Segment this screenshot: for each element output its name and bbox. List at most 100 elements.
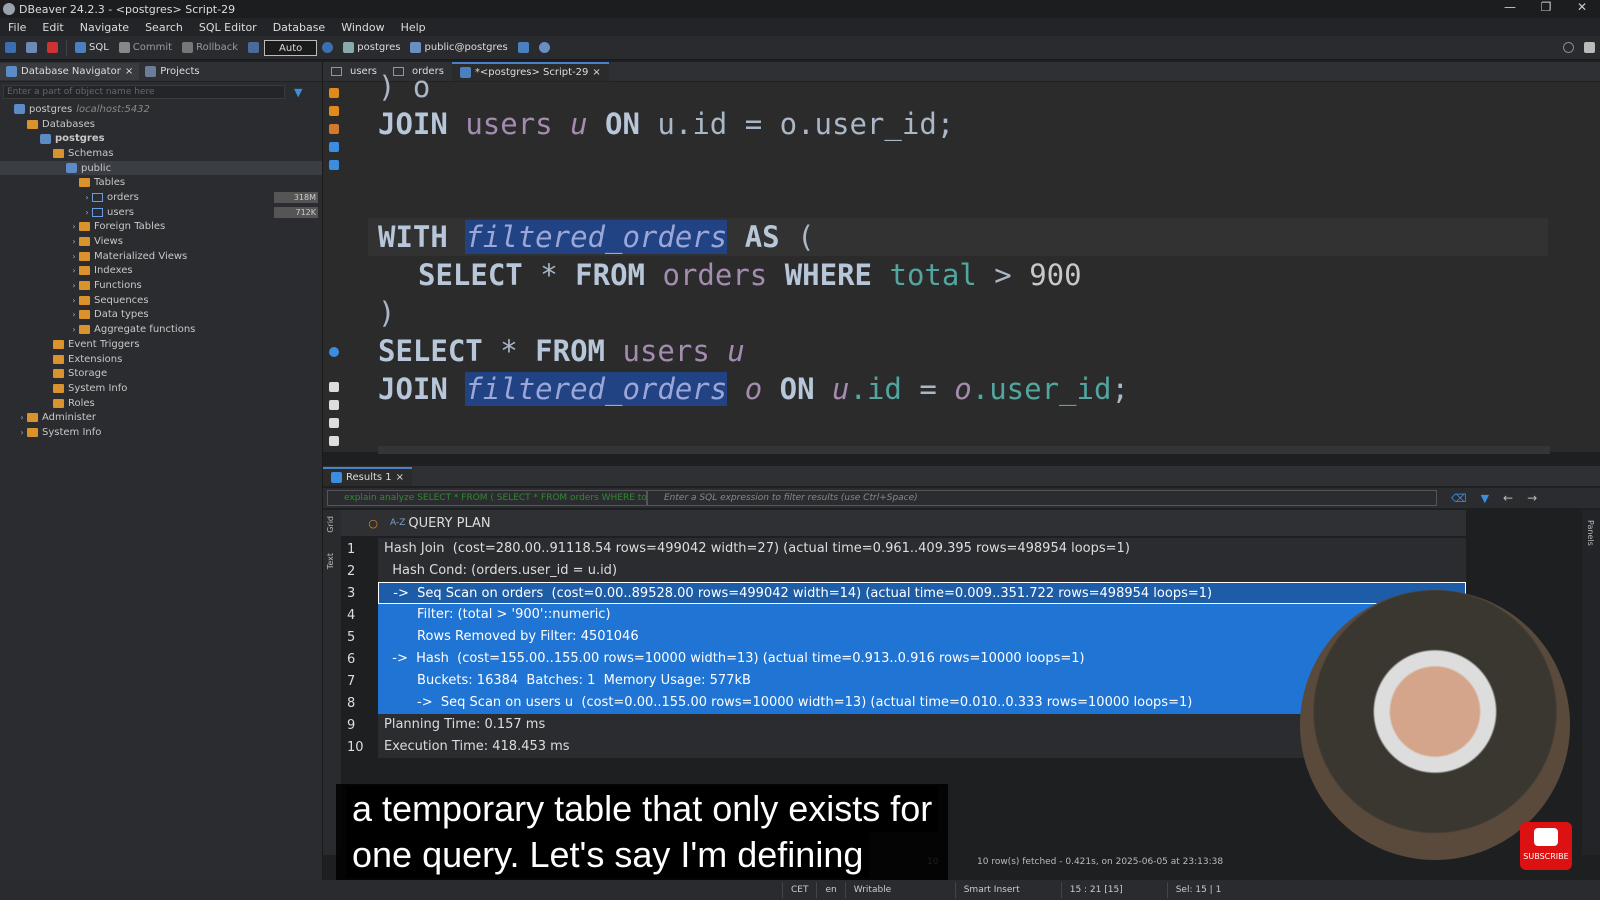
menu-sql-editor[interactable]: SQL Editor bbox=[191, 21, 265, 34]
transaction-mode-icon[interactable] bbox=[243, 38, 264, 58]
subscribe-button[interactable]: SUBSCRIBE bbox=[1520, 822, 1572, 870]
navigator-filter-input[interactable]: Enter a part of object name here bbox=[3, 85, 285, 99]
tree-node[interactable]: Roles bbox=[0, 396, 322, 411]
grid-mode-label[interactable]: Grid bbox=[326, 516, 335, 533]
expand-arrow-icon[interactable]: › bbox=[82, 208, 92, 217]
rollback-button[interactable]: Rollback bbox=[177, 38, 243, 58]
expand-arrow-icon[interactable]: › bbox=[69, 281, 79, 290]
execute-script-icon[interactable] bbox=[329, 106, 339, 116]
outline-icon[interactable] bbox=[329, 436, 339, 446]
search-toolbar-button[interactable] bbox=[534, 38, 555, 58]
funnel-icon[interactable]: ▼ bbox=[1481, 492, 1489, 505]
expand-arrow-icon[interactable]: › bbox=[69, 252, 79, 261]
close-icon[interactable]: × bbox=[592, 67, 600, 78]
table-row[interactable]: 7 Buckets: 16384 Batches: 1 Memory Usage… bbox=[341, 670, 1466, 692]
text-mode-label[interactable]: Text bbox=[326, 553, 335, 569]
tree-node[interactable]: Extensions bbox=[0, 352, 322, 367]
tree-node[interactable]: › Data types bbox=[0, 308, 322, 323]
tree-node[interactable]: Tables bbox=[0, 175, 322, 190]
menu-navigate[interactable]: Navigate bbox=[72, 21, 137, 34]
sql-editor-button[interactable]: SQL bbox=[70, 38, 114, 58]
query-plan-cell[interactable]: Hash Join (cost=280.00..91118.54 rows=49… bbox=[378, 538, 1466, 560]
tab-database-navigator[interactable]: Database Navigator × bbox=[0, 63, 140, 80]
row-number[interactable]: 8 bbox=[341, 696, 378, 711]
results-filter-input[interactable]: Enter a SQL expression to filter results… bbox=[647, 490, 1437, 506]
tree-node[interactable]: Storage bbox=[0, 366, 322, 381]
explain-plan-icon[interactable] bbox=[329, 142, 339, 152]
tree-node[interactable]: › Indexes bbox=[0, 264, 322, 279]
row-number[interactable]: 9 bbox=[341, 718, 378, 733]
expand-arrow-icon[interactable]: › bbox=[17, 428, 27, 437]
tab-users[interactable]: users bbox=[323, 63, 385, 80]
tools-button[interactable] bbox=[513, 38, 534, 58]
panels-toggle[interactable]: Panels bbox=[1586, 520, 1595, 546]
global-search-icon[interactable] bbox=[1558, 38, 1579, 58]
tree-node[interactable]: postgres bbox=[0, 131, 322, 146]
table-row[interactable]: 5 Rows Removed by Filter: 4501046 bbox=[341, 626, 1466, 648]
datasource-selector[interactable]: postgres bbox=[338, 38, 405, 58]
editor-horizontal-scrollbar[interactable] bbox=[378, 446, 1550, 454]
minimize-button[interactable]: — bbox=[1492, 0, 1528, 14]
row-number[interactable]: 5 bbox=[341, 630, 378, 645]
tree-node[interactable]: › Administer bbox=[0, 410, 322, 425]
maximize-button[interactable]: ❐ bbox=[1528, 0, 1564, 14]
query-plan-cell[interactable]: Filter: (total > '900'::numeric) bbox=[378, 604, 1466, 626]
row-number[interactable]: 3 bbox=[341, 586, 378, 601]
forward-icon[interactable]: → bbox=[1527, 491, 1537, 505]
menu-edit[interactable]: Edit bbox=[34, 21, 71, 34]
close-icon[interactable]: × bbox=[125, 66, 133, 77]
tree-node[interactable]: System Info bbox=[0, 381, 322, 396]
back-icon[interactable]: ← bbox=[1503, 491, 1513, 505]
commit-mode-selector[interactable]: Auto bbox=[264, 39, 318, 56]
expand-arrow-icon[interactable]: › bbox=[69, 222, 79, 231]
row-number[interactable]: 10 bbox=[341, 740, 378, 755]
output-icon[interactable] bbox=[329, 160, 339, 170]
row-number[interactable]: 2 bbox=[341, 564, 378, 579]
filter-funnel-icon[interactable]: ▼ bbox=[294, 86, 302, 99]
column-header-query-plan[interactable]: QUERY PLAN bbox=[408, 516, 490, 531]
menu-window[interactable]: Window bbox=[333, 21, 392, 34]
tree-node[interactable]: › System Info bbox=[0, 425, 322, 440]
query-text-field[interactable]: explain analyze SELECT * FROM ( SELECT *… bbox=[327, 490, 647, 506]
history-button[interactable] bbox=[317, 38, 338, 58]
expand-arrow-icon[interactable]: › bbox=[69, 310, 79, 319]
eraser-icon[interactable]: ⌫ bbox=[1451, 492, 1467, 505]
perspective-button[interactable] bbox=[1579, 38, 1600, 58]
row-number[interactable]: 6 bbox=[341, 652, 378, 667]
sort-az-icon[interactable]: A-Z bbox=[390, 518, 405, 528]
expand-arrow-icon[interactable]: › bbox=[17, 413, 27, 422]
disconnect-button[interactable] bbox=[42, 38, 63, 58]
query-plan-cell[interactable]: -> Hash (cost=155.00..155.00 rows=10000 … bbox=[378, 648, 1466, 670]
expand-arrow-icon[interactable]: › bbox=[69, 237, 79, 246]
expand-arrow-icon[interactable]: › bbox=[69, 296, 79, 305]
tab-script-29[interactable]: *<postgres> Script-29 × bbox=[451, 62, 609, 81]
query-plan-cell[interactable]: Rows Removed by Filter: 4501046 bbox=[378, 626, 1466, 648]
table-row[interactable]: 8 -> Seq Scan on users u (cost=0.00..155… bbox=[341, 692, 1466, 714]
tree-node[interactable]: › users 712K bbox=[0, 205, 322, 220]
expand-arrow-icon[interactable]: › bbox=[69, 266, 79, 275]
tree-node[interactable]: Schemas bbox=[0, 146, 322, 161]
menu-file[interactable]: File bbox=[0, 21, 34, 34]
schema-selector[interactable]: public@postgres bbox=[405, 38, 512, 58]
menu-database[interactable]: Database bbox=[265, 21, 334, 34]
table-row[interactable]: 6 -> Hash (cost=155.00..155.00 rows=1000… bbox=[341, 648, 1466, 670]
menu-help[interactable]: Help bbox=[393, 21, 434, 34]
table-row[interactable]: 1 Hash Join (cost=280.00..91118.54 rows=4… bbox=[341, 538, 1466, 560]
tree-node[interactable]: › Sequences bbox=[0, 293, 322, 308]
cte-name-token[interactable]: filtered_orders bbox=[465, 220, 728, 254]
row-number[interactable]: 7 bbox=[341, 674, 378, 689]
tree-node[interactable]: postgres localhost:5432 bbox=[0, 102, 322, 117]
table-row[interactable]: 9 Planning Time: 0.157 ms bbox=[341, 714, 1466, 736]
tree-node[interactable]: › Functions bbox=[0, 278, 322, 293]
execute-new-tab-icon[interactable] bbox=[329, 124, 339, 134]
table-row[interactable]: 2 Hash Cond: (orders.user_id = u.id) bbox=[341, 560, 1466, 582]
commit-button[interactable]: Commit bbox=[114, 38, 177, 58]
tree-node[interactable]: Event Triggers bbox=[0, 337, 322, 352]
table-row[interactable]: 4 Filter: (total > '900'::numeric) bbox=[341, 604, 1466, 626]
row-number[interactable]: 4 bbox=[341, 608, 378, 623]
table-row[interactable]: 10 Execution Time: 418.453 ms bbox=[341, 736, 1466, 758]
file-icon[interactable] bbox=[329, 382, 339, 392]
query-plan-cell[interactable]: Hash Cond: (orders.user_id = u.id) bbox=[378, 560, 1466, 582]
expand-arrow-icon[interactable]: › bbox=[69, 325, 79, 334]
menu-search[interactable]: Search bbox=[137, 21, 191, 34]
